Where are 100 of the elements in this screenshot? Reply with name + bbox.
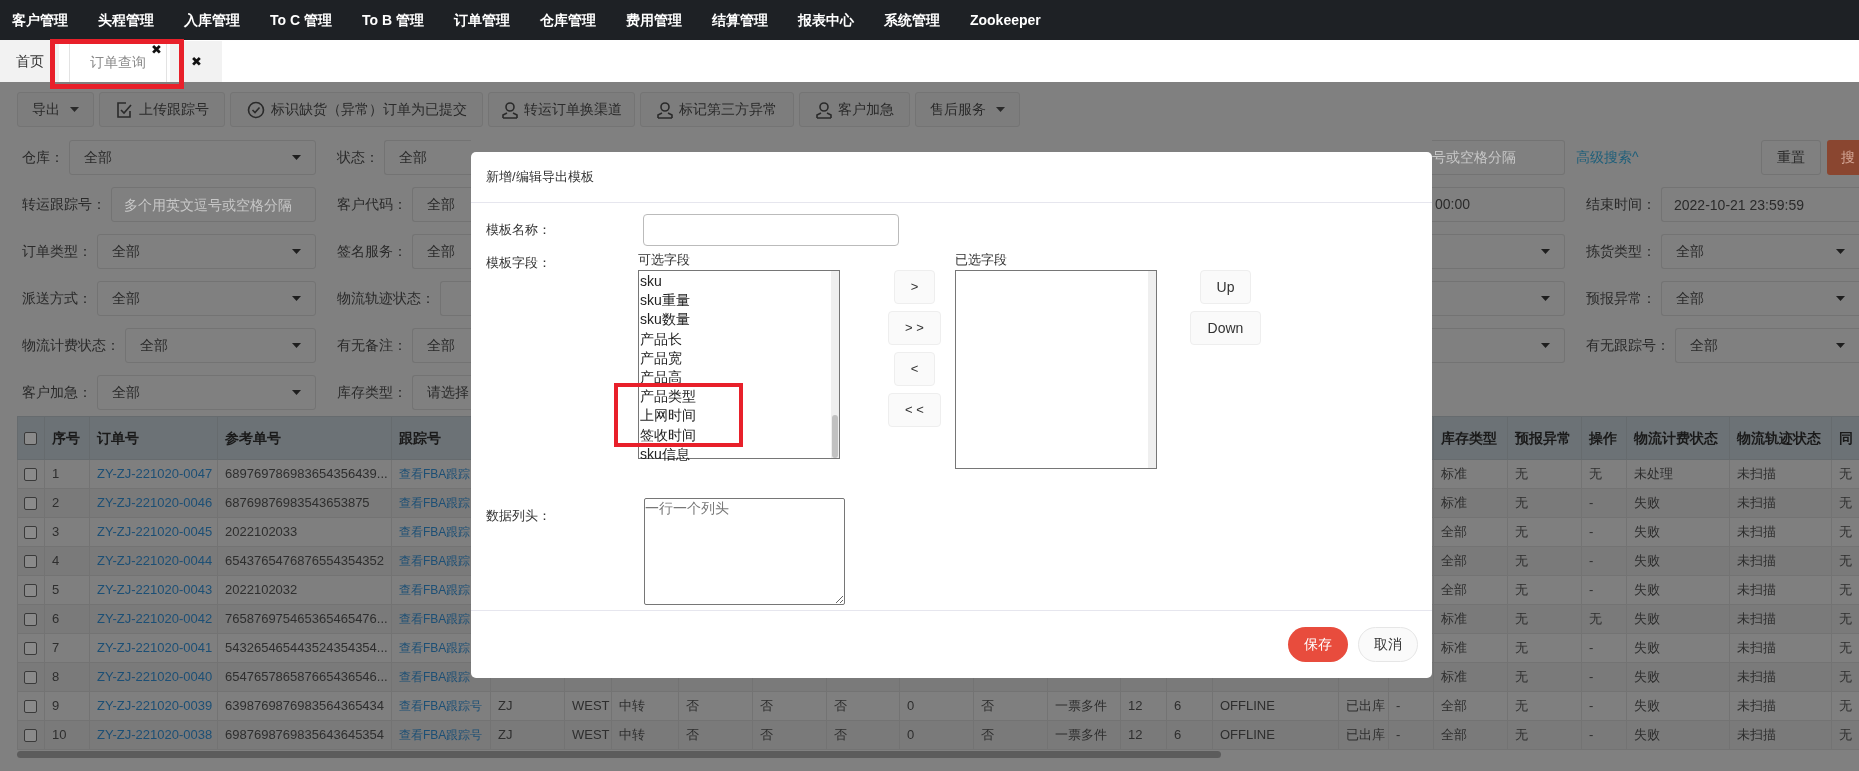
move-button[interactable]: < < — [888, 393, 941, 427]
text-field[interactable] — [643, 214, 899, 246]
toolbar-button[interactable]: 标记第三方异常 — [640, 92, 794, 127]
table-cell: 6543765476876554354352 — [225, 553, 385, 569]
nav-link[interactable]: 客户管理 — [12, 9, 68, 31]
order-button[interactable]: Up — [1200, 270, 1251, 304]
close-all-button[interactable]: ✖ — [190, 55, 202, 68]
nav-link[interactable]: 订单管理 — [453, 9, 510, 31]
field-label: 仓库： — [22, 148, 64, 167]
select-field[interactable]: 全部 — [384, 140, 471, 175]
text-field[interactable]: 号或空格分隔 — [1432, 140, 1565, 175]
checkbox[interactable] — [24, 729, 37, 743]
select-field[interactable]: 全部 — [1675, 328, 1859, 363]
list-option[interactable]: 产品长 — [640, 329, 682, 349]
field-label: 客户加急： — [22, 383, 92, 402]
table-cell: 12 — [1128, 698, 1143, 714]
table-cell: 543265465443524354354... — [225, 640, 388, 656]
list-option[interactable]: sku — [640, 272, 662, 292]
table-cell: - — [1589, 495, 1594, 511]
scrollbar-thumb[interactable] — [17, 751, 1221, 758]
table-cell: OFFLINE — [1220, 727, 1275, 743]
toolbar-button[interactable]: 客户加急 — [799, 92, 910, 127]
table-cell: 无 — [1839, 611, 1852, 627]
order-button[interactable]: Down — [1190, 311, 1261, 345]
select-field[interactable]: 全部 — [412, 187, 471, 222]
toolbar-button[interactable]: 导出 — [17, 92, 94, 127]
save-button[interactable]: 保存 — [1288, 627, 1348, 662]
list-option[interactable]: 产品宽 — [640, 348, 682, 368]
checkbox[interactable] — [24, 613, 37, 627]
list-option[interactable]: sku重量 — [640, 291, 690, 311]
list-option[interactable]: 产品类型 — [640, 387, 696, 407]
checkbox[interactable] — [24, 497, 37, 511]
table-cell: 全部 — [1441, 698, 1467, 714]
select-field[interactable]: 全部 — [412, 234, 471, 269]
toolbar-button[interactable]: 上传跟踪号 — [99, 92, 225, 127]
select-field[interactable]: 全部 — [97, 281, 316, 316]
table-cell: 无 — [1515, 611, 1528, 627]
select-field[interactable]: 全部 — [1661, 281, 1859, 316]
nav-link[interactable]: 入库管理 — [184, 9, 240, 31]
checkbox[interactable] — [24, 671, 37, 685]
nav-link[interactable]: 费用管理 — [625, 9, 682, 31]
reset-button[interactable]: 重置 — [1761, 140, 1821, 175]
table-cell: 否 — [686, 727, 699, 743]
select-field[interactable]: 全部 — [412, 328, 471, 363]
caret-icon — [292, 155, 301, 160]
scrollbar-thumb[interactable] — [832, 415, 838, 458]
nav-link[interactable]: 头程管理 — [98, 9, 154, 31]
nav-link[interactable]: Zookeeper — [969, 9, 1041, 31]
caret-icon — [1836, 296, 1845, 301]
select-field[interactable]: 全部 — [69, 140, 316, 175]
table-cell: OFFLINE — [1220, 698, 1275, 714]
cancel-button[interactable]: 取消 — [1358, 627, 1418, 662]
table-cell: 失败 — [1634, 495, 1660, 511]
nav-link[interactable]: To C 管理 — [270, 9, 332, 31]
field-label: 订单类型： — [22, 242, 92, 261]
select-field[interactable]: 全部 — [97, 234, 316, 269]
close-button[interactable]: ✖ — [151, 43, 162, 56]
table-cell: 6 — [1174, 698, 1182, 714]
list-option[interactable]: sku数量 — [640, 310, 690, 330]
table-cell: 否 — [834, 698, 847, 714]
checkbox[interactable] — [24, 642, 37, 656]
table-cell: 12 — [1128, 727, 1143, 743]
text-field[interactable]: 2022-10-21 23:59:59 — [1661, 187, 1859, 222]
text-field[interactable]: 多个用英文逗号或空格分隔 — [111, 187, 316, 222]
move-button[interactable]: > > — [888, 311, 941, 345]
checkbox[interactable] — [24, 468, 37, 482]
list-option[interactable]: 签收时间 — [640, 425, 696, 445]
checkbox[interactable] — [24, 526, 37, 540]
nav-link[interactable]: 结算管理 — [711, 9, 768, 31]
checkbox[interactable] — [24, 700, 37, 714]
nav-link[interactable]: 报表中心 — [797, 9, 854, 31]
field-label: 模板名称： — [486, 221, 552, 240]
toolbar-button[interactable]: 标识缺货（异常）订单为已提交 — [230, 92, 483, 127]
nav-link[interactable]: 系统管理 — [883, 9, 940, 31]
caret-icon — [292, 343, 301, 348]
nav-link[interactable]: 仓库管理 — [539, 9, 596, 31]
table-cell: 未扫描 — [1737, 553, 1776, 569]
table-cell: 3 — [52, 524, 60, 540]
move-button[interactable]: > — [894, 270, 935, 304]
user-icon — [815, 100, 832, 119]
select-field[interactable] — [440, 281, 471, 316]
table-cell: 无 — [1515, 727, 1528, 743]
select-field[interactable]: 全部 — [125, 328, 316, 363]
field-label: 预报异常： — [1586, 289, 1656, 308]
checkbox[interactable] — [24, 432, 37, 446]
select-field[interactable]: 全部 — [1661, 234, 1859, 269]
tab[interactable]: 订单查询 ✖ — [69, 41, 167, 82]
table-cell: - — [1589, 669, 1594, 685]
text-area[interactable]: 一行一个列头 — [644, 498, 845, 605]
checkbox[interactable] — [24, 584, 37, 598]
nav-link[interactable]: To B 管理 — [361, 9, 424, 31]
table-cell: 2022102032 — [225, 582, 298, 598]
search-button[interactable]: 搜 — [1827, 140, 1859, 175]
toolbar-button[interactable]: 转运订单换渠道 — [488, 92, 635, 127]
move-button[interactable]: < — [894, 352, 935, 386]
select-field[interactable]: 全部 — [97, 375, 316, 410]
toolbar-button[interactable]: 售后服务 — [915, 92, 1020, 127]
column-header: 操作 — [1589, 429, 1617, 446]
checkbox[interactable] — [24, 555, 37, 569]
list-option[interactable]: 上网时间 — [640, 406, 696, 426]
